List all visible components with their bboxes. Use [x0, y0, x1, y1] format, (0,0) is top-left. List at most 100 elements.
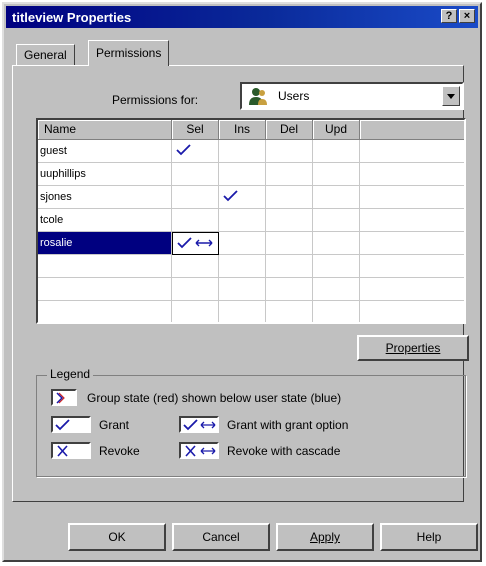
column-header-sel[interactable]: Sel	[172, 120, 219, 140]
grant-check-icon	[55, 419, 70, 431]
ok-button-label: OK	[108, 530, 126, 544]
permissions-for-dropdown[interactable]: Users	[240, 82, 464, 110]
permission-cell-del[interactable]	[266, 186, 313, 209]
tab-permissions[interactable]: Permissions	[88, 40, 170, 66]
user-name-cell[interactable]: tcole	[38, 209, 172, 232]
permission-cell-ins[interactable]	[219, 232, 266, 255]
permission-cell-upd	[313, 301, 360, 322]
title-bar[interactable]: titleview Properties ? ×	[6, 6, 478, 28]
permission-cell-upd[interactable]	[313, 209, 360, 232]
user-name-cell[interactable]: guest	[38, 140, 172, 163]
permissions-grid[interactable]: Name Sel Ins Del Upd guest uuphillips sjon…	[36, 118, 466, 324]
permission-cell-upd[interactable]	[313, 232, 360, 255]
title-buttons: ? ×	[441, 9, 475, 23]
row-filler	[360, 278, 464, 301]
properties-button-label: Properties	[385, 341, 441, 355]
permission-cell-del[interactable]	[266, 209, 313, 232]
user-name-cell	[38, 301, 172, 322]
permission-cell-upd	[313, 255, 360, 278]
row-filler	[360, 140, 464, 163]
column-header-ins[interactable]: Ins	[219, 120, 266, 140]
permission-cell-upd[interactable]	[313, 163, 360, 186]
help-button[interactable]: Help	[380, 523, 478, 551]
ok-button[interactable]: OK	[68, 523, 166, 551]
grant-check-icon	[176, 144, 191, 156]
row-filler	[360, 232, 464, 255]
row-filler	[360, 255, 464, 278]
permission-cell-ins	[219, 301, 266, 322]
row-filler	[360, 209, 464, 232]
permission-cell-upd	[313, 278, 360, 301]
table-row[interactable]: uuphillips	[38, 163, 464, 186]
permission-cell-ins[interactable]	[219, 186, 266, 209]
row-filler	[360, 186, 464, 209]
double-arrow-icon	[195, 239, 213, 247]
permission-cell-ins[interactable]	[219, 209, 266, 232]
grant-with-grant-swatch	[179, 416, 219, 433]
table-row[interactable]: rosalie	[38, 232, 464, 255]
permission-cell-ins[interactable]	[219, 163, 266, 186]
permission-cell-upd[interactable]	[313, 140, 360, 163]
group-state-swatch	[51, 389, 77, 406]
permission-cell-sel[interactable]	[172, 140, 219, 163]
column-header-upd[interactable]: Upd	[313, 120, 360, 140]
tab-general[interactable]: General	[16, 44, 75, 66]
grant-check-icon	[223, 190, 238, 202]
grid-header: Name Sel Ins Del Upd	[38, 120, 464, 140]
permissions-for-label: Permissions for:	[112, 93, 199, 107]
table-row[interactable]: guest	[38, 140, 464, 163]
revoke-cascade-swatch	[179, 442, 219, 459]
revoke-swatch	[51, 442, 91, 459]
row-filler	[360, 301, 464, 322]
legend-title: Legend	[47, 367, 94, 381]
permission-cell-del[interactable]	[266, 163, 313, 186]
permission-cell-sel[interactable]	[172, 232, 219, 255]
revoke-x-icon	[57, 445, 68, 457]
row-filler	[360, 163, 464, 186]
legend-grant-text: Grant	[99, 418, 130, 432]
table-row-empty	[38, 255, 464, 278]
help-title-button[interactable]: ?	[441, 9, 457, 23]
user-name-cell[interactable]: sjones	[38, 186, 172, 209]
legend-group-state-text: Group state (red) shown below user state…	[87, 391, 342, 405]
grant-swatch	[51, 416, 91, 433]
legend-grant-with-grant-text: Grant with grant option	[227, 418, 349, 432]
permission-cell-del	[266, 255, 313, 278]
permission-cell-sel[interactable]	[172, 186, 219, 209]
column-header-name[interactable]: Name	[38, 120, 172, 140]
permission-cell-del[interactable]	[266, 140, 313, 163]
legend-revoke-text: Revoke	[99, 444, 140, 458]
permission-cell-sel[interactable]	[172, 163, 219, 186]
users-icon	[249, 88, 267, 105]
permission-cell-sel	[172, 255, 219, 278]
legend-revoke-cascade-text: Revoke with cascade	[227, 444, 341, 458]
permission-cell-sel	[172, 278, 219, 301]
user-name-cell[interactable]: rosalie	[38, 232, 172, 255]
user-name-cell[interactable]: uuphillips	[38, 163, 172, 186]
permission-cell-ins	[219, 278, 266, 301]
table-row[interactable]: sjones	[38, 186, 464, 209]
table-row-empty	[38, 278, 464, 301]
apply-button[interactable]: Apply	[276, 523, 374, 551]
permission-cell-del[interactable]	[266, 232, 313, 255]
table-row[interactable]: tcole	[38, 209, 464, 232]
permission-cell-upd[interactable]	[313, 186, 360, 209]
cancel-button[interactable]: Cancel	[172, 523, 270, 551]
chevron-down-icon[interactable]	[442, 86, 460, 106]
permission-cell-sel	[172, 301, 219, 322]
legend-group: Legend Group state (red) shown below use…	[36, 367, 466, 477]
apply-button-label: Apply	[309, 530, 341, 544]
revoke-cascade-icon	[185, 445, 216, 457]
help-button-label: Help	[416, 530, 442, 544]
user-name-cell	[38, 278, 172, 301]
permission-cell-sel[interactable]	[172, 209, 219, 232]
properties-button[interactable]: Properties	[357, 335, 469, 361]
column-header-del[interactable]: Del	[266, 120, 313, 140]
permission-cell-del	[266, 301, 313, 322]
window-title: titleview Properties	[12, 9, 132, 25]
group-state-icon	[56, 392, 65, 404]
permission-cell-ins	[219, 255, 266, 278]
permission-cell-ins[interactable]	[219, 140, 266, 163]
close-button[interactable]: ×	[459, 9, 475, 23]
table-row-empty	[38, 301, 464, 322]
